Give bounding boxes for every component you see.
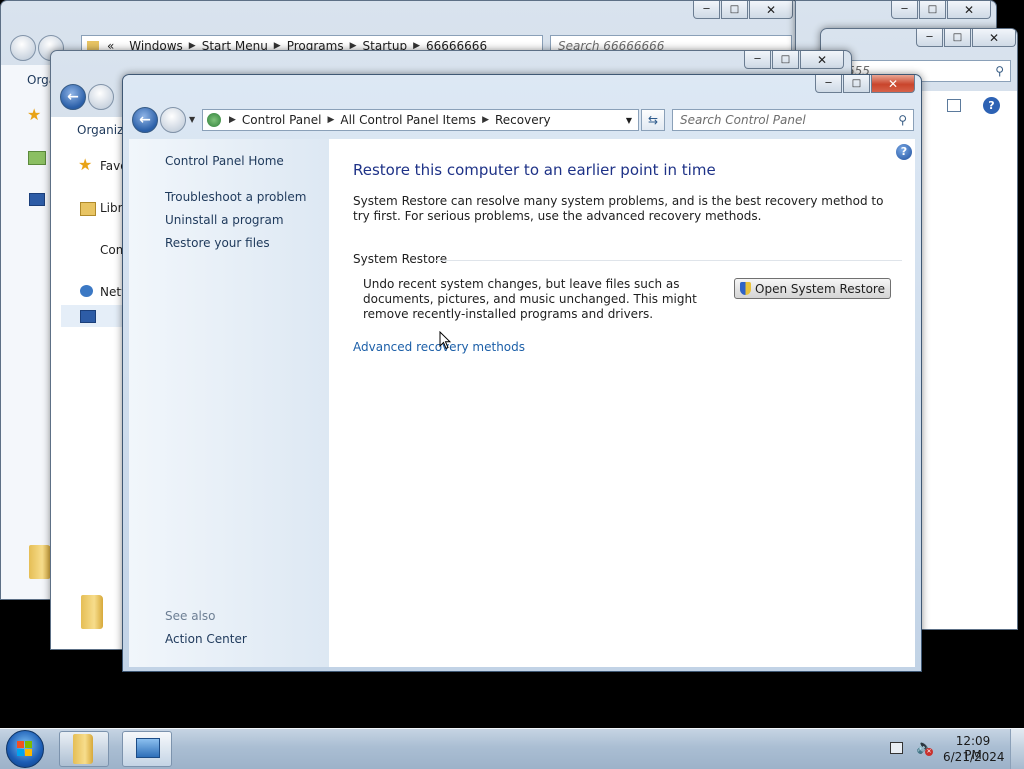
- recent-pages-dropdown[interactable]: ▼: [189, 115, 195, 124]
- minimize-button[interactable]: ─: [916, 29, 943, 47]
- computer-icon: [80, 310, 96, 323]
- refresh-button[interactable]: ⇆: [641, 109, 665, 131]
- search-icon: ⚲: [995, 64, 1004, 78]
- minimize-button[interactable]: ─: [744, 51, 771, 69]
- minimize-button[interactable]: ─: [815, 75, 842, 93]
- computer-icon: [29, 193, 45, 206]
- close-button[interactable]: ✕: [749, 1, 793, 19]
- address-bar[interactable]: ▶ Control Panel ▶ All Control Panel Items…: [202, 109, 639, 131]
- close-button[interactable]: ✕: [800, 51, 844, 69]
- see-also-action-center-link[interactable]: Action Center: [165, 632, 247, 646]
- action-center-tray-icon[interactable]: [890, 742, 903, 754]
- task-link-restore-files[interactable]: Restore your files: [165, 236, 270, 250]
- show-desktop-button[interactable]: [1010, 729, 1024, 769]
- page-title: Restore this computer to an earlier poin…: [353, 161, 716, 179]
- task-link-troubleshoot[interactable]: Troubleshoot a problem: [165, 190, 306, 204]
- control-panel-icon: [207, 113, 221, 127]
- back-button[interactable]: ←: [132, 107, 158, 133]
- see-also-label: See also: [165, 609, 216, 623]
- start-button[interactable]: [6, 730, 44, 768]
- breadcrumb-item-control-panel[interactable]: Control Panel: [242, 113, 322, 127]
- taskbar-explorer-button[interactable]: [59, 731, 109, 767]
- close-button[interactable]: ✕: [947, 1, 991, 19]
- taskbar-control-panel-button[interactable]: [122, 731, 172, 767]
- maximize-button[interactable]: □: [772, 51, 799, 69]
- control-panel-icon: [136, 738, 160, 758]
- page-description: System Restore can resolve many system p…: [353, 194, 884, 223]
- forward-button[interactable]: [88, 84, 114, 110]
- folder-icon: [81, 595, 103, 629]
- task-link-uninstall[interactable]: Uninstall a program: [165, 213, 284, 227]
- volume-muted-badge-icon: ✕: [925, 748, 933, 756]
- open-system-restore-button[interactable]: Open System Restore: [734, 278, 891, 299]
- windows-logo-icon: [17, 741, 33, 757]
- maximize-button[interactable]: □: [721, 1, 748, 19]
- system-restore-description: Undo recent system changes, but leave fi…: [363, 277, 697, 321]
- task-pane: Control Panel Home Troubleshoot a proble…: [129, 139, 329, 667]
- network-icon: [80, 285, 93, 297]
- maximize-button[interactable]: □: [944, 29, 971, 47]
- back-button[interactable]: [10, 35, 36, 61]
- search-icon: ⚲: [898, 113, 907, 127]
- close-button[interactable]: ✕: [972, 29, 1016, 47]
- maximize-button[interactable]: □: [919, 1, 946, 19]
- library-icon: [28, 151, 46, 165]
- clock-date[interactable]: 6/21/2024: [943, 750, 1005, 764]
- forward-button[interactable]: [160, 107, 186, 133]
- breadcrumb-item-all-items[interactable]: All Control Panel Items: [340, 113, 476, 127]
- window-content: Control Panel Home Troubleshoot a proble…: [129, 139, 915, 667]
- preview-pane-icon[interactable]: [947, 99, 961, 112]
- minimize-button[interactable]: ─: [891, 1, 918, 19]
- uac-shield-icon: [740, 282, 752, 295]
- close-button[interactable]: ✕: [871, 75, 915, 93]
- back-button[interactable]: ←: [60, 84, 86, 110]
- control-panel-home-link[interactable]: Control Panel Home: [165, 154, 284, 168]
- folder-icon: [73, 734, 93, 764]
- minimize-button[interactable]: ─: [693, 1, 720, 19]
- mouse-cursor-icon: [439, 331, 451, 350]
- search-input[interactable]: Search Control Panel ⚲: [672, 109, 914, 131]
- address-dropdown-icon[interactable]: ▼: [626, 116, 632, 125]
- taskbar: 🔈 ✕ 12:09 PM 6/21/2024: [0, 728, 1024, 769]
- help-icon[interactable]: ?: [983, 97, 1000, 114]
- section-divider: [434, 260, 902, 261]
- star-icon: ★: [27, 105, 42, 124]
- folder-icon: [29, 545, 51, 579]
- section-title-system-restore: System Restore: [353, 252, 448, 266]
- library-icon: [80, 202, 96, 216]
- control-panel-recovery-window: ─ □ ✕ ← ▼ ▶ Control Panel ▶ All Control P…: [122, 74, 922, 672]
- breadcrumb-item-recovery[interactable]: Recovery: [495, 113, 551, 127]
- star-icon: ★: [78, 155, 93, 174]
- maximize-button[interactable]: □: [843, 75, 870, 93]
- help-icon[interactable]: ?: [896, 144, 912, 160]
